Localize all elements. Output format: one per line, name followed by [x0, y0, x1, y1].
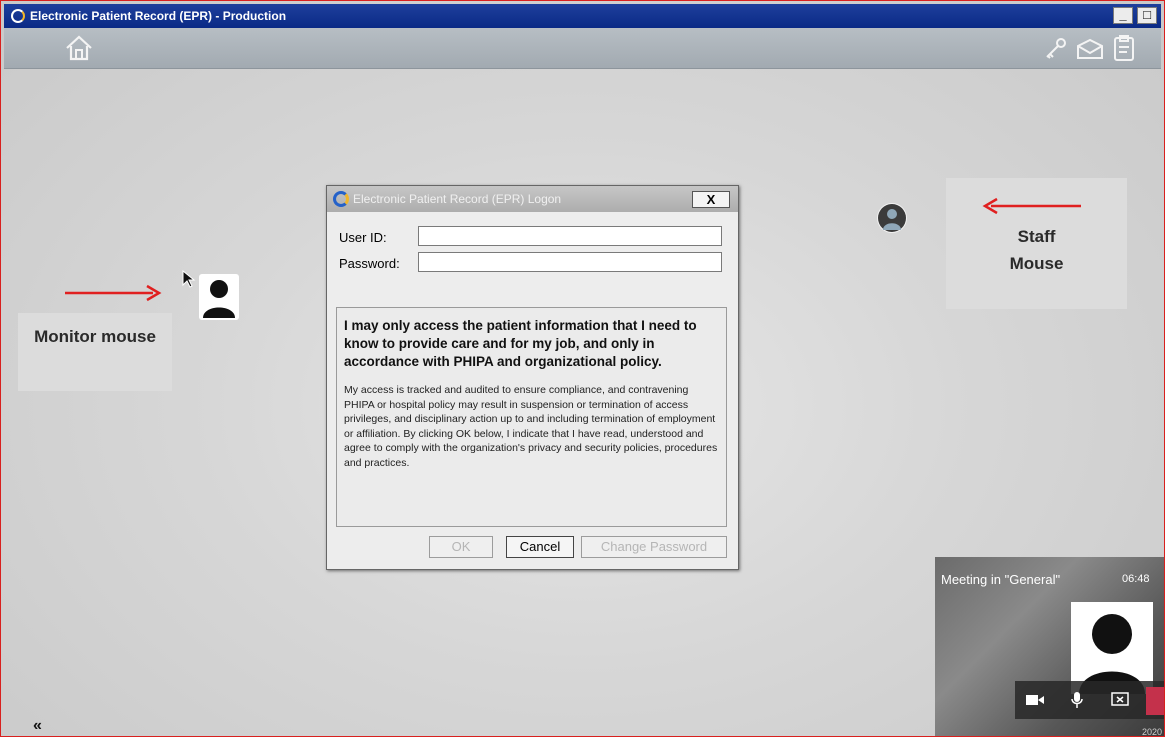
change-password-button[interactable]: Change Password	[581, 536, 727, 558]
notice-body: My access is tracked and audited to ensu…	[344, 384, 718, 469]
app-logo-icon	[11, 9, 25, 23]
collapse-button[interactable]: «	[33, 717, 42, 735]
toolbar	[4, 28, 1161, 69]
meeting-time: 06:48	[1122, 573, 1150, 585]
camera-icon[interactable]	[1025, 693, 1045, 707]
meeting-label: Meeting in "General"	[941, 572, 1061, 587]
right-arrow-icon	[65, 284, 162, 302]
user-id-input[interactable]	[418, 226, 722, 246]
clipboard-icon[interactable]	[1112, 34, 1136, 62]
cursor-icon	[182, 270, 196, 288]
app-window: Electronic Patient Record (EPR) - Produc…	[0, 0, 1165, 737]
user-id-label: User ID:	[339, 230, 387, 245]
ok-button[interactable]: OK	[429, 536, 493, 558]
staff-avatar	[877, 203, 907, 233]
dialog-logo-icon	[333, 191, 349, 207]
monitor-mouse-label: Monitor mouse	[34, 327, 156, 346]
dialog-close-button[interactable]: X	[692, 191, 730, 208]
left-arrow-icon	[982, 197, 1081, 215]
window-title: Electronic Patient Record (EPR) - Produc…	[30, 9, 287, 23]
hang-up-button[interactable]	[1146, 687, 1164, 715]
minimize-button[interactable]: _	[1113, 7, 1133, 24]
monitor-mouse-annotation: Monitor mouse	[18, 313, 172, 391]
staff-remote-icon	[878, 204, 906, 232]
home-icon[interactable]	[64, 34, 94, 62]
meeting-overlay[interactable]: Meeting in "General" 06:48 2020	[935, 557, 1164, 737]
meeting-date: 2020	[1141, 727, 1162, 737]
notice-heading: I may only access the patient informatio…	[344, 318, 697, 369]
privacy-notice: I may only access the patient informatio…	[336, 307, 727, 527]
monitor-avatar	[199, 274, 239, 320]
password-input[interactable]	[418, 252, 722, 272]
dialog-title-bar: Electronic Patient Record (EPR) Logon X	[327, 186, 738, 212]
share-screen-icon[interactable]	[1111, 692, 1129, 708]
cancel-button[interactable]: Cancel	[506, 536, 574, 558]
key-icon[interactable]	[1044, 37, 1068, 61]
title-bar: Electronic Patient Record (EPR) - Produc…	[4, 4, 1161, 28]
login-dialog: Electronic Patient Record (EPR) Logon X …	[326, 185, 739, 570]
meeting-controls	[1015, 681, 1164, 719]
dialog-title: Electronic Patient Record (EPR) Logon	[353, 192, 562, 206]
password-label: Password:	[339, 256, 400, 271]
user-silhouette-icon	[203, 280, 235, 318]
staff-mouse-label: Staff Mouse	[1009, 227, 1064, 273]
microphone-icon[interactable]	[1070, 691, 1084, 709]
envelope-icon[interactable]	[1076, 38, 1104, 60]
maximize-button[interactable]: □	[1137, 7, 1157, 24]
